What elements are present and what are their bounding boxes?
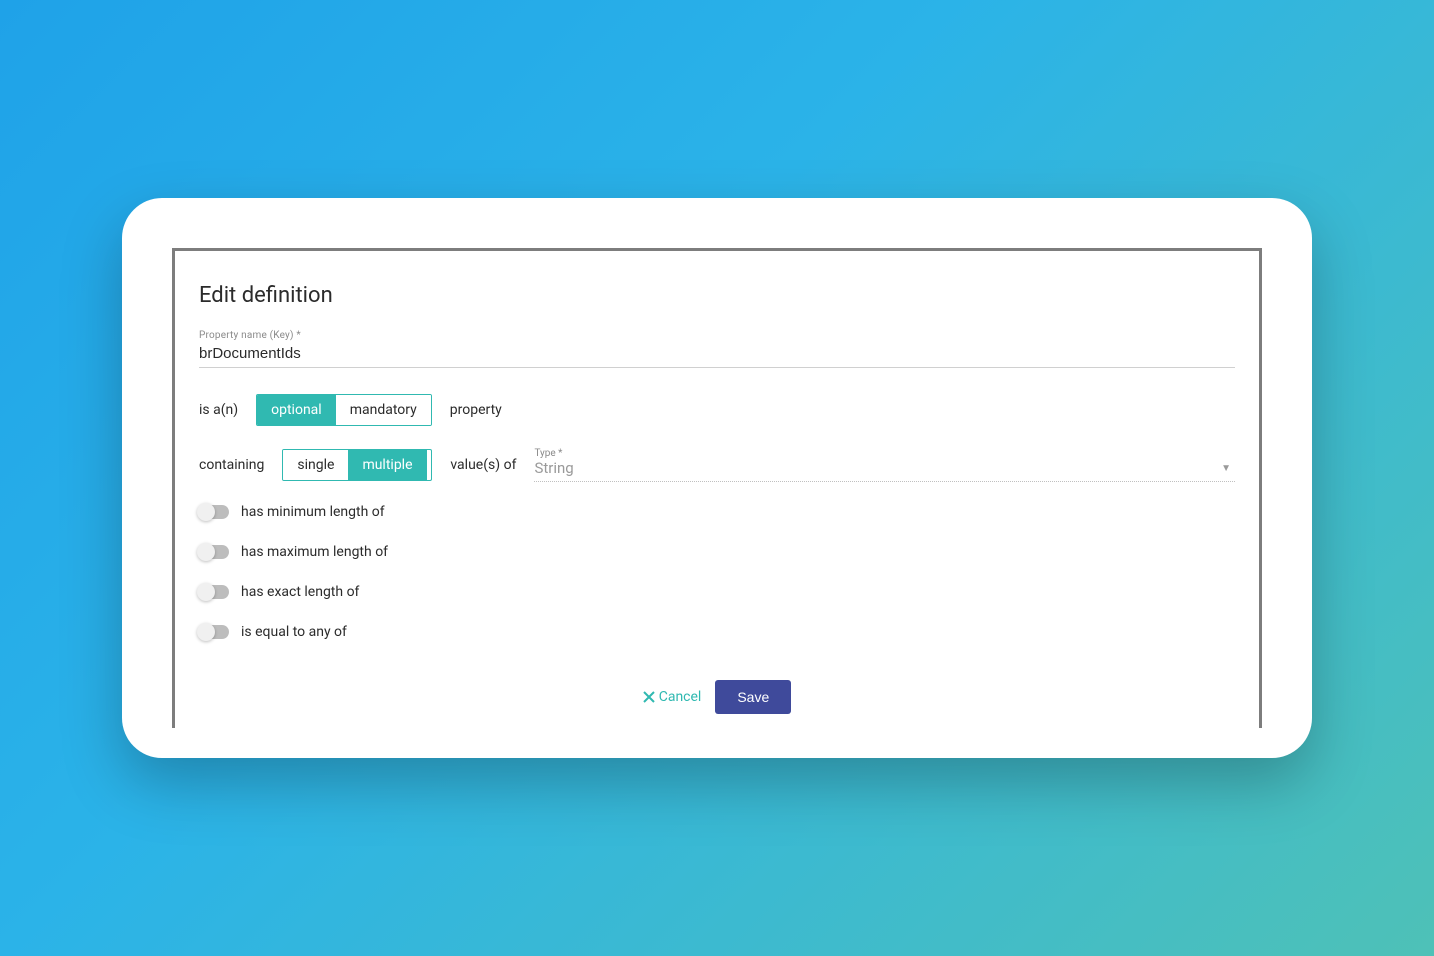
type-field[interactable]: Type * String ▼ <box>534 448 1235 482</box>
constraint-max-length: has maximum length of <box>199 544 1235 560</box>
exact-length-label: has exact length of <box>241 584 359 600</box>
single-toggle[interactable]: single <box>283 450 348 480</box>
close-icon <box>643 691 655 703</box>
required-prefix: is a(n) <box>199 402 238 418</box>
type-select-value: String <box>534 459 1235 482</box>
required-toggle: optional mandatory <box>256 394 432 426</box>
constraint-exact-length: has exact length of <box>199 584 1235 600</box>
required-suffix: property <box>450 402 502 418</box>
dialog-panel: Edit definition Property name (Key) * is… <box>172 248 1262 728</box>
min-length-switch[interactable] <box>199 505 229 519</box>
max-length-label: has maximum length of <box>241 544 388 560</box>
type-label: Type * <box>534 448 1235 459</box>
cardinality-row: containing single multiple value(s) of T… <box>199 448 1235 482</box>
cardinality-prefix: containing <box>199 457 264 473</box>
multiple-toggle[interactable]: multiple <box>348 450 426 480</box>
cancel-label: Cancel <box>659 689 702 705</box>
save-button[interactable]: Save <box>715 680 791 714</box>
equal-any-switch[interactable] <box>199 625 229 639</box>
required-row: is a(n) optional mandatory property <box>199 394 1235 426</box>
dialog-card: Edit definition Property name (Key) * is… <box>122 198 1312 758</box>
dialog-title: Edit definition <box>199 283 1235 308</box>
mandatory-toggle[interactable]: mandatory <box>336 395 431 425</box>
max-length-switch[interactable] <box>199 545 229 559</box>
property-name-field: Property name (Key) * <box>199 330 1235 368</box>
constraint-min-length: has minimum length of <box>199 504 1235 520</box>
equal-any-label: is equal to any of <box>241 624 347 640</box>
cardinality-mid: value(s) of <box>450 457 516 473</box>
property-name-input[interactable] <box>199 343 1235 368</box>
dialog-actions: Cancel Save <box>175 680 1259 714</box>
constraint-equal-any: is equal to any of <box>199 624 1235 640</box>
min-length-label: has minimum length of <box>241 504 385 520</box>
cardinality-toggle: single multiple <box>282 449 432 481</box>
property-name-label: Property name (Key) * <box>199 330 1235 341</box>
cancel-button[interactable]: Cancel <box>643 689 702 705</box>
optional-toggle[interactable]: optional <box>257 395 336 425</box>
exact-length-switch[interactable] <box>199 585 229 599</box>
